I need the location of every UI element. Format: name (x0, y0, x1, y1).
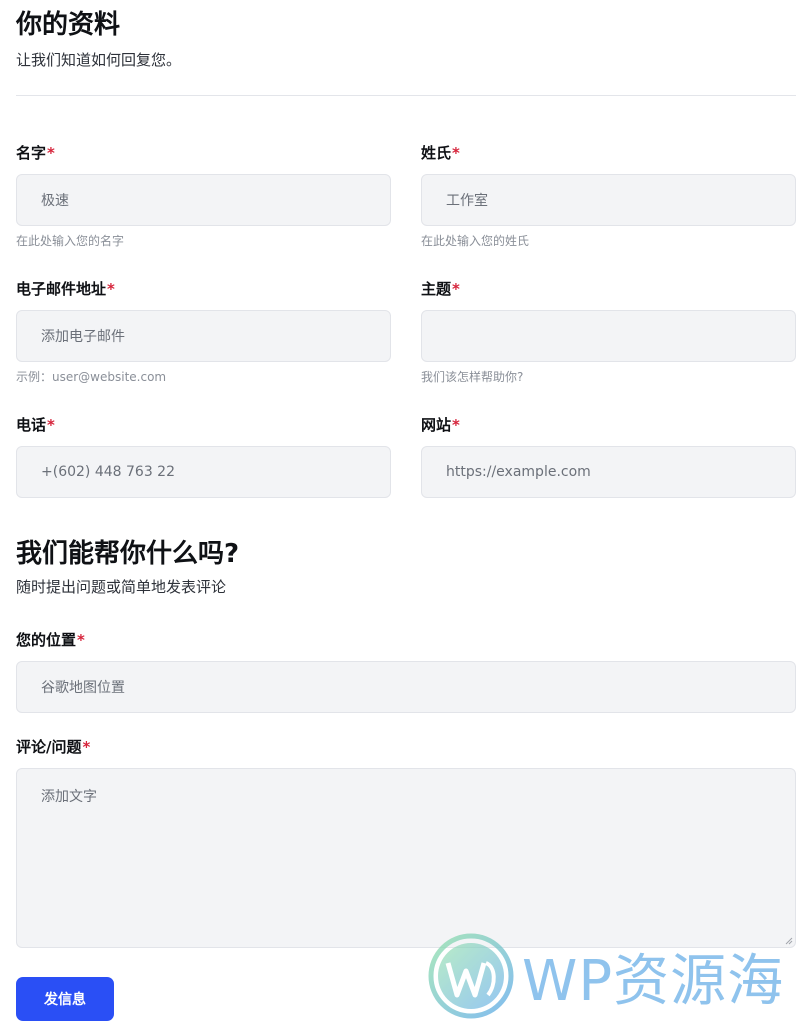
first-name-value: 极速 (41, 193, 69, 209)
first-name-label-text: 名字 (16, 144, 47, 162)
website-placeholder: https://example.com (446, 464, 591, 480)
last-name-value: 工作室 (446, 193, 488, 209)
first-name-field: 名字* 极速 在此处输入您的名字 (16, 146, 391, 247)
phone-field: 电话* +(602) 448 763 22 (16, 418, 391, 498)
email-label: 电子邮件地址* (16, 282, 391, 300)
subject-input[interactable] (421, 310, 796, 362)
last-name-label: 姓氏* (421, 146, 796, 164)
last-name-field: 姓氏* 工作室 在此处输入您的姓氏 (421, 146, 796, 247)
email-placeholder: 添加电子邮件 (41, 329, 125, 345)
send-message-button[interactable]: 发信息 (16, 977, 114, 1021)
location-placeholder: 谷歌地图位置 (41, 680, 125, 696)
phone-placeholder: +(602) 448 763 22 (41, 464, 175, 480)
first-name-label: 名字* (16, 146, 391, 164)
location-label-text: 您的位置 (16, 631, 77, 649)
required-mark: * (47, 144, 55, 162)
phone-label-text: 电话 (16, 416, 47, 434)
first-name-input[interactable]: 极速 (16, 174, 391, 226)
comment-textarea[interactable]: 添加文字 (16, 768, 796, 948)
help-section-title: 我们能帮你什么吗? (16, 539, 240, 569)
required-mark: * (452, 144, 460, 162)
required-mark: * (452, 280, 460, 298)
website-input[interactable]: https://example.com (421, 446, 796, 498)
last-name-help: 在此处输入您的姓氏 (421, 234, 530, 248)
location-field: 您的位置* 谷歌地图位置 (16, 633, 796, 713)
phone-label: 电话* (16, 418, 391, 436)
comment-label: 评论/问题* (16, 740, 796, 758)
subject-field: 主题* 我们该怎样帮助你? (421, 282, 796, 383)
location-label: 您的位置* (16, 633, 796, 651)
subject-label-text: 主题 (421, 280, 452, 298)
website-label-text: 网站 (421, 416, 452, 434)
email-input[interactable]: 添加电子邮件 (16, 310, 391, 362)
profile-description: 让我们知道如何回复您。 (16, 51, 182, 69)
last-name-label-text: 姓氏 (421, 144, 452, 162)
required-mark: * (107, 280, 115, 298)
required-mark: * (77, 631, 85, 649)
website-label: 网站* (421, 418, 796, 436)
divider (16, 95, 796, 96)
help-section-description: 随时提出问题或简单地发表评论 (16, 578, 227, 596)
profile-title: 你的资料 (16, 10, 121, 40)
phone-input[interactable]: +(602) 448 763 22 (16, 446, 391, 498)
comment-label-text: 评论/问题 (16, 738, 82, 756)
required-mark: * (452, 416, 460, 434)
first-name-help: 在此处输入您的名字 (16, 234, 125, 248)
subject-label: 主题* (421, 282, 796, 300)
email-label-text: 电子邮件地址 (16, 280, 107, 298)
resize-handle-icon[interactable] (785, 937, 793, 945)
comment-placeholder: 添加文字 (41, 789, 97, 805)
email-field: 电子邮件地址* 添加电子邮件 示例：user@website.com (16, 282, 391, 383)
email-help: 示例：user@website.com (16, 370, 167, 384)
required-mark: * (82, 738, 91, 756)
comment-field: 评论/问题* 添加文字 (16, 740, 796, 948)
website-field: 网站* https://example.com (421, 418, 796, 498)
required-mark: * (47, 416, 55, 434)
subject-help: 我们该怎样帮助你? (421, 370, 524, 384)
location-input[interactable]: 谷歌地图位置 (16, 661, 796, 713)
last-name-input[interactable]: 工作室 (421, 174, 796, 226)
